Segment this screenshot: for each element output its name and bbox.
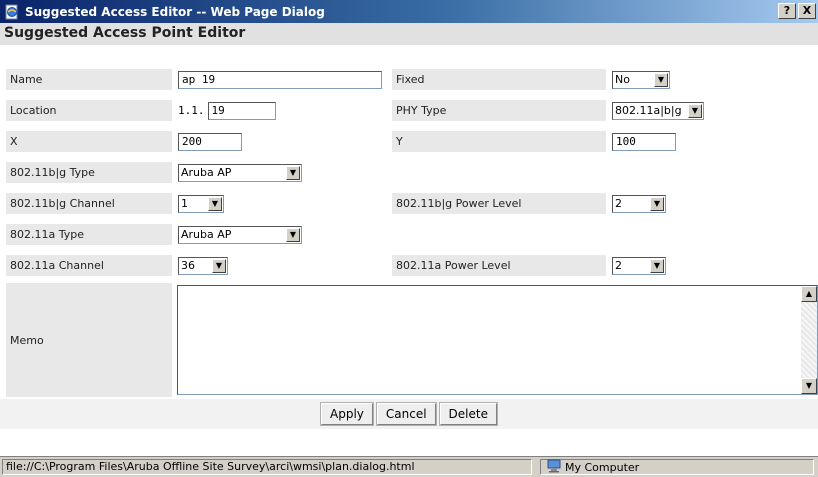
phy-type-label: PHY Type (392, 100, 606, 121)
a-power-label: 802.11a Power Level (392, 255, 606, 276)
a-channel-select-value: 36 (181, 259, 195, 272)
scroll-up-icon[interactable]: ▲ (801, 286, 817, 302)
chevron-down-icon: ▼ (650, 258, 664, 273)
action-bar: Apply Cancel Delete (0, 399, 818, 429)
bg-type-label: 802.11b|g Type (6, 162, 172, 183)
fixed-select-value: No (615, 73, 630, 86)
bg-type-select-value: Aruba AP (181, 166, 232, 179)
window-title: Suggested Access Editor -- Web Page Dial… (25, 4, 325, 19)
bg-power-label: 802.11b|g Power Level (392, 193, 606, 214)
security-zone: My Computer (540, 459, 814, 475)
chevron-down-icon: ▼ (212, 258, 226, 273)
a-channel-label: 802.11a Channel (6, 255, 172, 276)
chevron-down-icon: ▼ (650, 196, 664, 211)
memo-scrollbar[interactable]: ▲ ▼ (801, 286, 817, 394)
chevron-down-icon: ▼ (654, 72, 668, 87)
name-label: Name (6, 69, 172, 90)
bg-channel-select-value: 1 (181, 197, 188, 210)
x-label: X (6, 131, 172, 152)
a-channel-select[interactable]: 36 ▼ (178, 256, 228, 275)
a-power-select[interactable]: 2 ▼ (612, 256, 666, 275)
bg-type-select[interactable]: Aruba AP ▼ (178, 163, 302, 182)
bg-power-select[interactable]: 2 ▼ (612, 194, 666, 213)
y-input[interactable]: 100 (612, 132, 676, 151)
window-titlebar[interactable]: Suggested Access Editor -- Web Page Dial… (0, 0, 818, 23)
location-input[interactable]: 19 (207, 101, 276, 120)
memo-label: Memo (6, 283, 172, 397)
bg-channel-label: 802.11b|g Channel (6, 193, 172, 214)
close-button[interactable]: X (798, 3, 816, 19)
y-label: Y (392, 131, 606, 152)
computer-icon (547, 459, 561, 476)
phy-type-select[interactable]: 802.11a|b|g ▼ (612, 101, 704, 120)
delete-button[interactable]: Delete (438, 402, 498, 426)
chevron-down-icon: ▼ (286, 227, 300, 242)
fixed-label: Fixed (392, 69, 606, 90)
help-button[interactable]: ? (778, 3, 796, 19)
status-url: file://C:\Program Files\Aruba Offline Si… (2, 459, 532, 475)
location-prefix: 1.1. (178, 104, 205, 117)
apply-button[interactable]: Apply (320, 402, 374, 426)
x-input[interactable]: 200 (178, 132, 242, 151)
fixed-select[interactable]: No ▼ (612, 70, 670, 89)
cancel-button[interactable]: Cancel (375, 402, 437, 426)
status-bar: file://C:\Program Files\Aruba Offline Si… (0, 456, 818, 477)
a-type-select-value: Aruba AP (181, 228, 232, 241)
memo-textarea[interactable]: ▲ ▼ (177, 285, 818, 395)
page-title: Suggested Access Point Editor (0, 23, 818, 45)
bg-power-select-value: 2 (615, 197, 622, 210)
location-label: Location (6, 100, 172, 121)
scroll-down-icon[interactable]: ▼ (801, 378, 817, 394)
bg-channel-select[interactable]: 1 ▼ (178, 194, 224, 213)
a-type-select[interactable]: Aruba AP ▼ (178, 225, 302, 244)
a-power-select-value: 2 (615, 259, 622, 272)
name-input[interactable]: ap 19 (178, 70, 382, 89)
a-type-label: 802.11a Type (6, 224, 172, 245)
zone-label: My Computer (565, 460, 640, 474)
chevron-down-icon: ▼ (208, 196, 222, 211)
phy-type-select-value: 802.11a|b|g (615, 104, 682, 117)
ie-page-icon (4, 4, 20, 20)
chevron-down-icon: ▼ (688, 103, 702, 118)
chevron-down-icon: ▼ (286, 165, 300, 180)
